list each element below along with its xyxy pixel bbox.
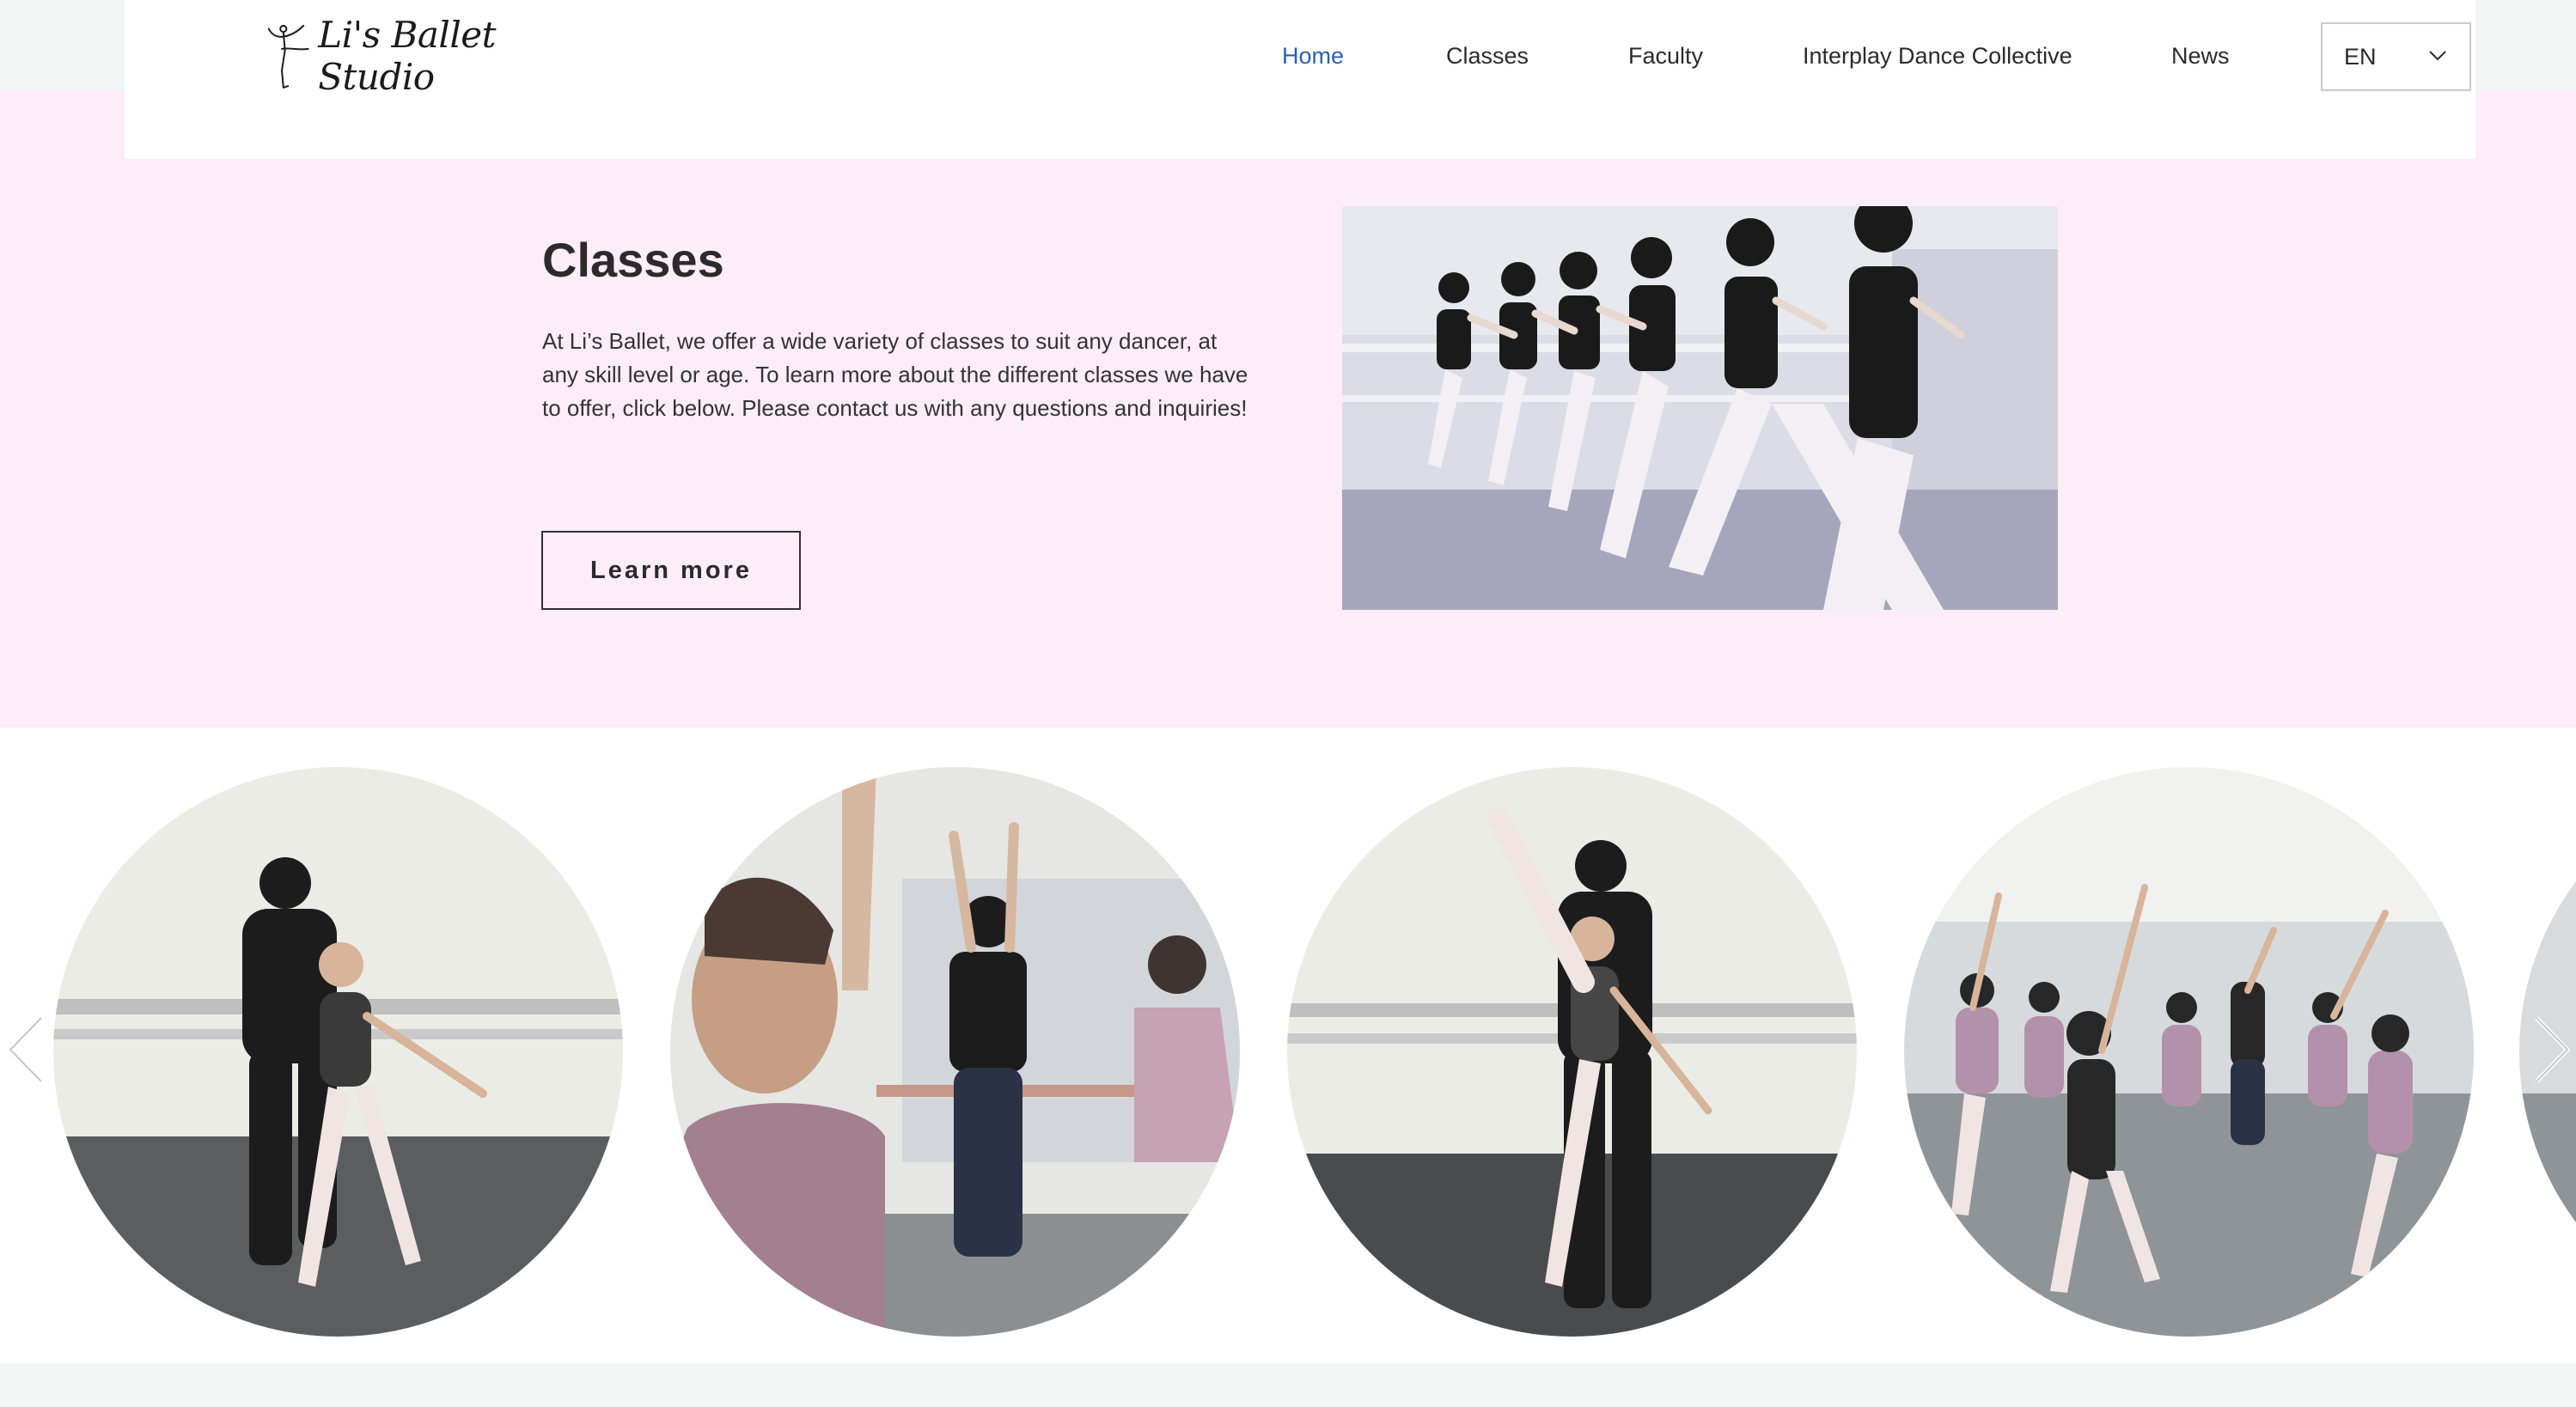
chevron-down-icon (2429, 51, 2446, 61)
page: Li's Ballet Studio Home Classes Faculty … (0, 0, 2576, 1407)
nav-item-news[interactable]: News (2171, 34, 2230, 77)
footer-background-strip (0, 1363, 2576, 1407)
logo-text: Li's Ballet Studio (318, 14, 497, 98)
carousel-photo-3[interactable] (1287, 767, 1857, 1337)
chevron-right-icon[interactable] (2526, 1011, 2576, 1088)
carousel-photo-1[interactable] (53, 767, 623, 1337)
chevron-left-icon[interactable] (0, 1011, 52, 1088)
nav-item-home[interactable]: Home (1282, 34, 1344, 77)
classes-title: Classes (542, 233, 724, 287)
hero-photo-barre-class (1342, 206, 2058, 610)
photo-carousel (0, 728, 2576, 1363)
language-selector[interactable]: EN (2321, 22, 2471, 91)
carousel-photo-2[interactable] (670, 767, 1240, 1337)
carousel-photo-4[interactable] (1904, 767, 2474, 1337)
language-selected-value: EN (2344, 43, 2377, 70)
site-logo[interactable]: Li's Ballet Studio (266, 14, 593, 98)
learn-more-button[interactable]: Learn more (541, 531, 801, 610)
nav-item-interplay-dance-collective[interactable]: Interplay Dance Collective (1803, 34, 2072, 77)
ballerina-icon (267, 24, 309, 88)
site-header: Li's Ballet Studio Home Classes Faculty … (125, 0, 2475, 159)
classes-description: At Li’s Ballet, we offer a wide variety … (542, 328, 1248, 421)
nav-item-faculty[interactable]: Faculty (1628, 34, 1703, 77)
nav-item-classes[interactable]: Classes (1446, 34, 1529, 77)
